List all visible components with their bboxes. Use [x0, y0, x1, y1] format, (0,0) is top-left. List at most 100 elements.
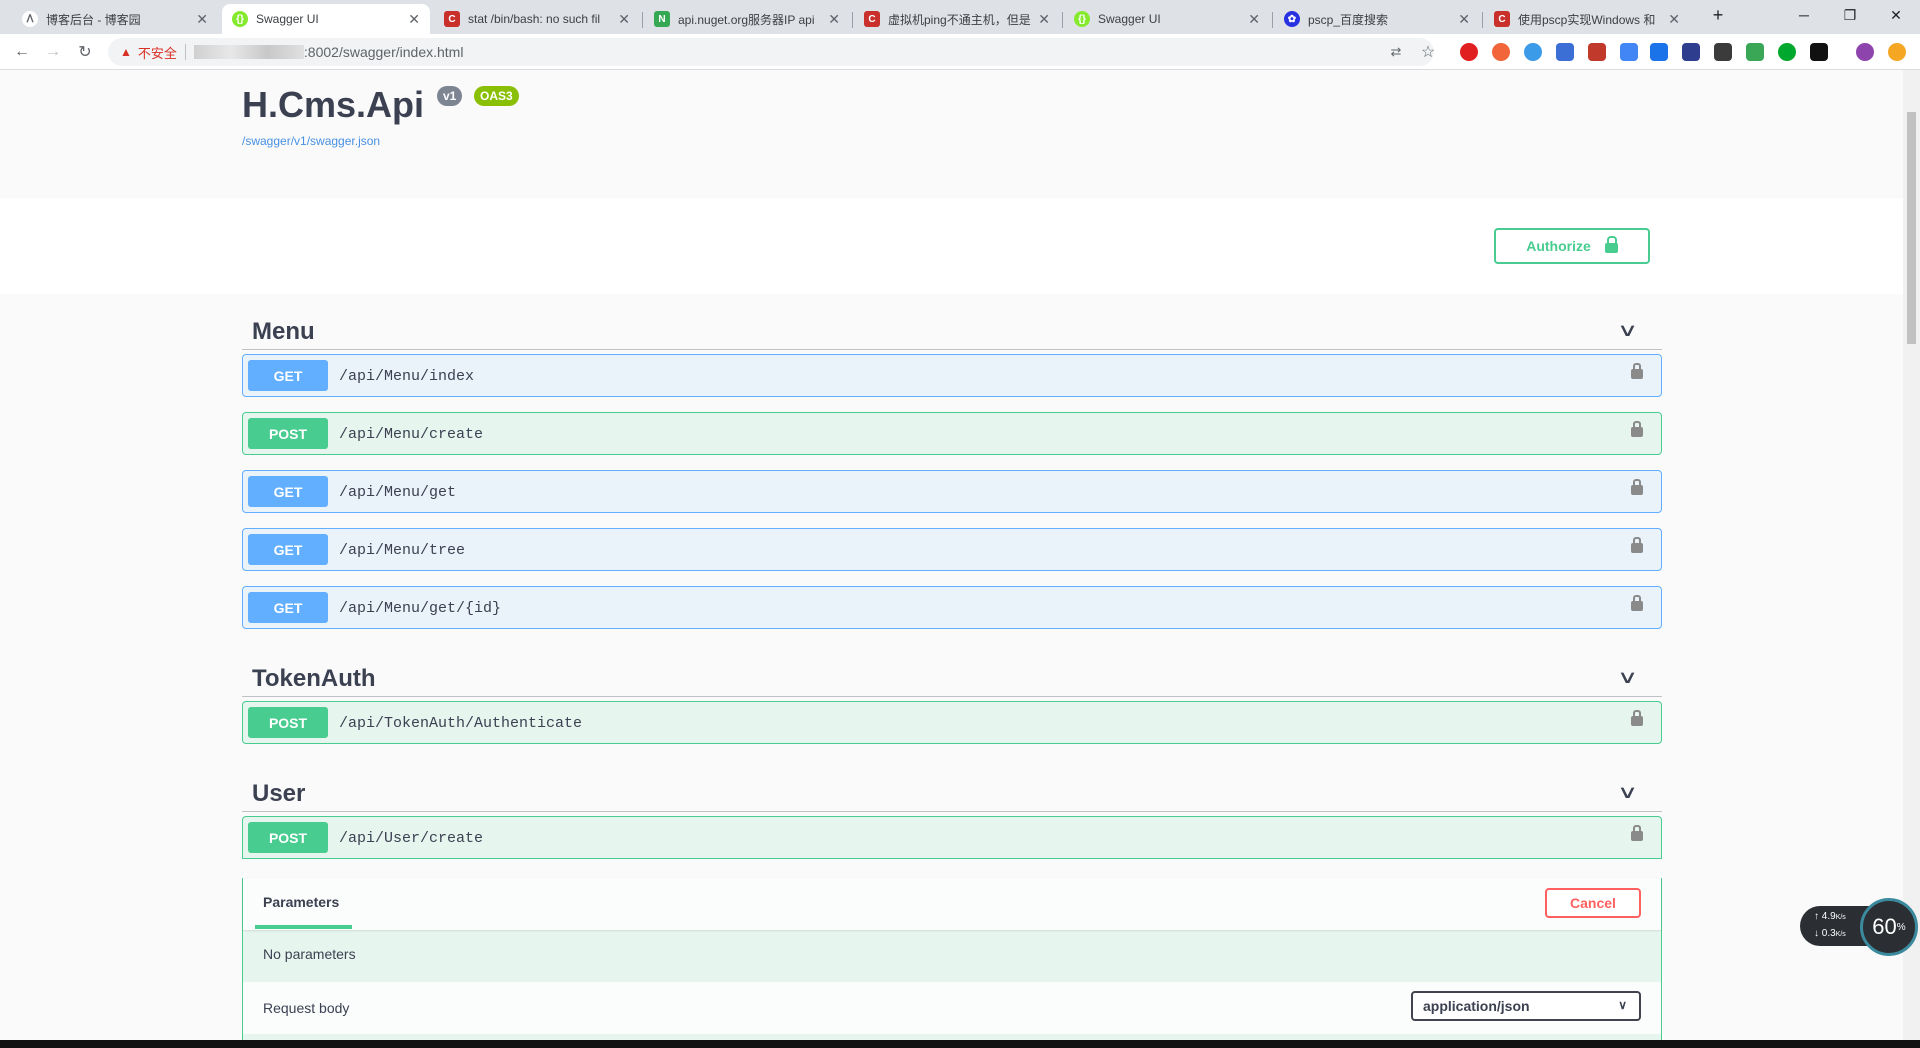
tab-close-icon[interactable]: ✕ [828, 11, 840, 28]
tab-blog-admin[interactable]: ᐱ 博客后台 - 博客园 ✕ [12, 4, 218, 34]
method-badge: POST [248, 418, 328, 449]
opblock-get-menu-get-id[interactable]: GET /api/Menu/get/{id} [242, 586, 1662, 629]
extension-translate-icon[interactable] [1620, 43, 1638, 61]
csdn-favicon-icon: C [864, 11, 880, 27]
blog-favicon-icon: ᐱ [22, 11, 38, 27]
csdn-favicon-icon: C [444, 11, 460, 27]
tab-close-icon[interactable]: ✕ [408, 11, 420, 28]
network-speed-widget[interactable]: ↑ 4.9K/s ↓ 0.3K/s 60% [1800, 898, 1920, 956]
cancel-button[interactable]: Cancel [1545, 888, 1641, 918]
back-arrow-icon[interactable]: ← [10, 40, 34, 64]
tab-label: 使用pscp实现Windows 和 [1518, 12, 1656, 27]
no-parameters-text: No parameters [263, 946, 356, 962]
forward-arrow-icon[interactable]: → [41, 40, 65, 64]
omnibox-divider [184, 44, 186, 60]
tab-separator [642, 12, 643, 28]
scheme-container: Authorize [0, 198, 1903, 294]
opblock-post-menu-create[interactable]: POST /api/Menu/create [242, 412, 1662, 455]
tab-pscp-windows[interactable]: C 使用pscp实现Windows 和 ✕ [1484, 4, 1690, 34]
tab-separator [1272, 12, 1273, 28]
tab-vm-ping[interactable]: C 虚拟机ping不通主机，但是 ✕ [854, 4, 1060, 34]
opblock-get-menu-index[interactable]: GET /api/Menu/index [242, 354, 1662, 397]
request-body-header: Request body application/json ∨ [243, 982, 1661, 1034]
new-tab-button[interactable]: + [1690, 0, 1746, 30]
chevron-down-icon[interactable]: ∨ [1617, 782, 1638, 803]
method-badge: POST [248, 822, 328, 853]
tab-label: 虚拟机ping不通主机，但是 [888, 12, 1031, 27]
lock-icon[interactable] [1631, 479, 1643, 495]
tab-close-icon[interactable]: ✕ [1458, 11, 1470, 28]
update-alert-icon[interactable] [1888, 43, 1906, 61]
extension-a-icon[interactable] [1588, 43, 1606, 61]
swagger-favicon-icon: {} [1074, 11, 1090, 27]
opblock-post-tokenauth-authenticate[interactable]: POST /api/TokenAuth/Authenticate [242, 701, 1662, 744]
extension-jh-icon[interactable] [1556, 43, 1574, 61]
chevron-down-icon[interactable]: ∨ [1617, 320, 1638, 341]
lock-icon[interactable] [1631, 421, 1643, 437]
tab-separator [852, 12, 853, 28]
baidu-paw-icon: ✿ [1284, 11, 1300, 27]
translate-icon[interactable]: ⇄ [1384, 40, 1408, 64]
bookmark-star-icon[interactable]: ☆ [1416, 40, 1440, 64]
active-tab-indicator [255, 925, 352, 929]
tab-close-icon[interactable]: ✕ [1668, 11, 1680, 28]
tab-separator [1482, 12, 1483, 28]
vertical-scrollbar[interactable] [1903, 70, 1920, 1040]
lock-icon[interactable] [1631, 595, 1643, 611]
lock-icon[interactable] [1631, 537, 1643, 553]
extension-new-icon[interactable] [1650, 43, 1668, 61]
lock-icon[interactable] [1631, 363, 1643, 379]
close-window-button[interactable]: ✕ [1868, 0, 1920, 30]
tab-close-icon[interactable]: ✕ [618, 11, 630, 28]
spec-json-link[interactable]: /swagger/v1/swagger.json [242, 134, 380, 148]
tab-swagger-active[interactable]: {} Swagger UI ✕ [222, 4, 430, 34]
scrollbar-thumb[interactable] [1907, 112, 1916, 344]
operation-path: /api/Menu/get [339, 484, 457, 501]
tag-title: Menu [252, 318, 315, 345]
download-speed: ↓ 0.3K/s [1814, 928, 1846, 939]
extension-grid-icon[interactable] [1682, 43, 1700, 61]
evernote-icon[interactable] [1778, 43, 1796, 61]
tab-separator [1062, 12, 1063, 28]
insecure-label[interactable]: 不安全 [138, 43, 177, 62]
tab-swagger-2[interactable]: {} Swagger UI ✕ [1064, 4, 1270, 34]
operation-path: /api/Menu/index [339, 368, 475, 385]
authorize-button[interactable]: Authorize [1494, 228, 1650, 264]
opblock-get-menu-tree[interactable]: GET /api/Menu/tree [242, 528, 1662, 571]
url-text[interactable]: :8002/swagger/index.html [304, 44, 464, 60]
extension-tiktok-icon[interactable] [1810, 43, 1828, 61]
parameters-header: Parameters Cancel [243, 878, 1661, 930]
tag-user[interactable]: User ∨ [242, 766, 1662, 812]
extension-chrome-icon[interactable] [1524, 43, 1542, 61]
tab-nuget[interactable]: N api.nuget.org服务器IP api ✕ [644, 4, 850, 34]
tag-tokenauth[interactable]: TokenAuth ∨ [242, 651, 1662, 697]
extension-print-icon[interactable] [1746, 43, 1764, 61]
oas-badge: OAS3 [474, 86, 519, 106]
opblock-get-menu-get[interactable]: GET /api/Menu/get [242, 470, 1662, 513]
address-bar[interactable]: ▲ 不安全 :8002/swagger/index.html [108, 38, 1434, 66]
tab-parameters[interactable]: Parameters [263, 894, 339, 910]
extension-dots-icon[interactable] [1714, 43, 1732, 61]
upload-speed: ↑ 4.9K/s [1814, 911, 1846, 922]
lock-icon[interactable] [1631, 825, 1643, 841]
profile-avatar[interactable] [1856, 43, 1874, 61]
extension-opera-icon[interactable] [1460, 43, 1478, 61]
chevron-down-icon[interactable]: ∨ [1617, 667, 1638, 688]
redacted-host [193, 45, 304, 59]
extension-infinity-icon[interactable] [1492, 43, 1510, 61]
tag-menu[interactable]: Menu ∨ [242, 304, 1662, 350]
tab-baidu-pscp[interactable]: ✿ pscp_百度搜索 ✕ [1274, 4, 1480, 34]
swagger-page: H.Cms.Api v1 OAS3 /swagger/v1/swagger.js… [0, 70, 1903, 1040]
tab-label: pscp_百度搜索 [1308, 12, 1389, 27]
tab-stat-bash[interactable]: C stat /bin/bash: no such fil ✕ [434, 4, 640, 34]
method-badge: GET [248, 476, 328, 507]
tab-close-icon[interactable]: ✕ [1038, 11, 1050, 28]
lock-icon[interactable] [1631, 710, 1643, 726]
tab-close-icon[interactable]: ✕ [196, 11, 208, 28]
unlocked-lock-icon [1604, 236, 1618, 253]
tab-close-icon[interactable]: ✕ [1248, 11, 1260, 28]
content-type-select[interactable]: application/json ∨ [1411, 991, 1641, 1021]
api-info-section: H.Cms.Api v1 OAS3 /swagger/v1/swagger.js… [0, 70, 1903, 198]
reload-icon[interactable]: ↻ [73, 40, 97, 64]
opblock-post-user-create[interactable]: POST /api/User/create [242, 816, 1662, 859]
